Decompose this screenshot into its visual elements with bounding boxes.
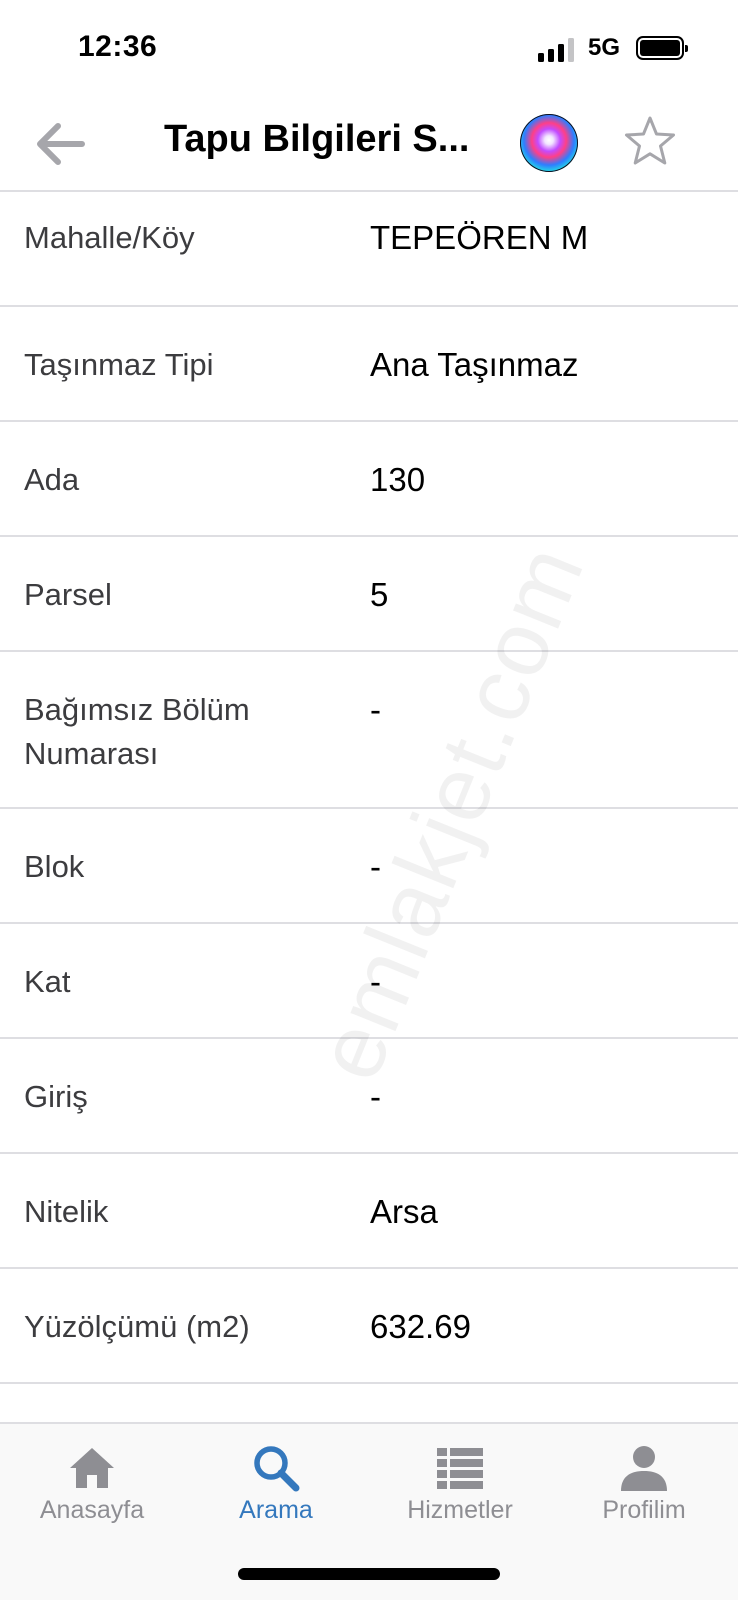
tab-services[interactable]: Hizmetler	[368, 1438, 552, 1538]
info-row-block-number: Ada 130	[0, 422, 738, 537]
row-value: -	[370, 848, 381, 885]
tab-profile[interactable]: Profilim	[552, 1438, 736, 1538]
info-row-floor: Kat -	[0, 924, 738, 1039]
signal-strength-icon	[538, 38, 578, 62]
row-value: -	[370, 691, 381, 728]
person-icon	[621, 1446, 667, 1491]
search-icon	[254, 1446, 300, 1492]
network-type: 5G	[588, 34, 621, 61]
tab-home[interactable]: Anasayfa	[0, 1438, 184, 1538]
status-bar: 12:36 5G	[0, 0, 738, 98]
row-value: Arsa	[370, 1193, 438, 1230]
list-icon	[437, 1448, 483, 1489]
info-row-independent-unit: Bağımsız Bölüm Numarası -	[0, 652, 738, 809]
row-label: Yüzölçümü (m2)	[24, 1309, 250, 1344]
row-label-line2: Numarası	[24, 736, 159, 771]
info-row-entrance: Giriş -	[0, 1039, 738, 1154]
favorite-button[interactable]	[620, 112, 680, 172]
row-label: Bağımsız Bölüm	[24, 692, 250, 727]
row-label: Nitelik	[24, 1194, 109, 1229]
tab-label: Profilim	[602, 1496, 686, 1524]
arrow-left-icon	[37, 123, 85, 165]
info-row-block: Blok -	[0, 809, 738, 924]
row-value: 632.69	[370, 1308, 471, 1345]
row-value: 130	[370, 461, 426, 498]
tab-search[interactable]: Arama	[184, 1438, 368, 1538]
info-row-area: Yüzölçümü (m2) 632.69	[0, 1269, 738, 1384]
row-label: Blok	[24, 849, 85, 884]
info-row-quality: Nitelik Arsa	[0, 1154, 738, 1269]
siri-icon[interactable]	[520, 114, 578, 172]
row-value: 5	[370, 576, 389, 613]
row-label: Ada	[24, 462, 80, 497]
row-label: Taşınmaz Tipi	[24, 347, 214, 382]
row-label: Giriş	[24, 1079, 88, 1114]
row-label: Parsel	[24, 577, 112, 612]
row-value: Ana Taşınmaz	[370, 346, 579, 383]
home-icon	[70, 1448, 114, 1488]
info-row-parcel: Parsel 5	[0, 537, 738, 652]
info-row-property-type: Taşınmaz Tipi Ana Taşınmaz	[0, 307, 738, 422]
row-label: Kat	[24, 964, 71, 999]
tab-label: Anasayfa	[39, 1496, 145, 1524]
land-registry-info-list: Mahalle/Köy TEPEÖREN M Taşınmaz Tipi Ana…	[0, 192, 738, 1384]
row-value: -	[370, 1078, 381, 1115]
info-row-neighbourhood: Mahalle/Köy TEPEÖREN M	[0, 192, 738, 307]
battery-full-icon	[636, 36, 688, 60]
page-title: Tapu Bilgileri S...	[164, 118, 470, 160]
back-button[interactable]	[30, 116, 90, 172]
home-indicator[interactable]	[238, 1568, 500, 1580]
tab-label: Hizmetler	[407, 1496, 513, 1524]
row-value: -	[370, 963, 381, 1000]
status-time: 12:36	[78, 30, 158, 63]
tab-label: Arama	[239, 1496, 313, 1524]
row-value: TEPEÖREN M	[370, 219, 589, 256]
row-label: Mahalle/Köy	[24, 220, 195, 255]
star-outline-icon	[625, 116, 675, 165]
navigation-header: Tapu Bilgileri S...	[0, 98, 738, 192]
